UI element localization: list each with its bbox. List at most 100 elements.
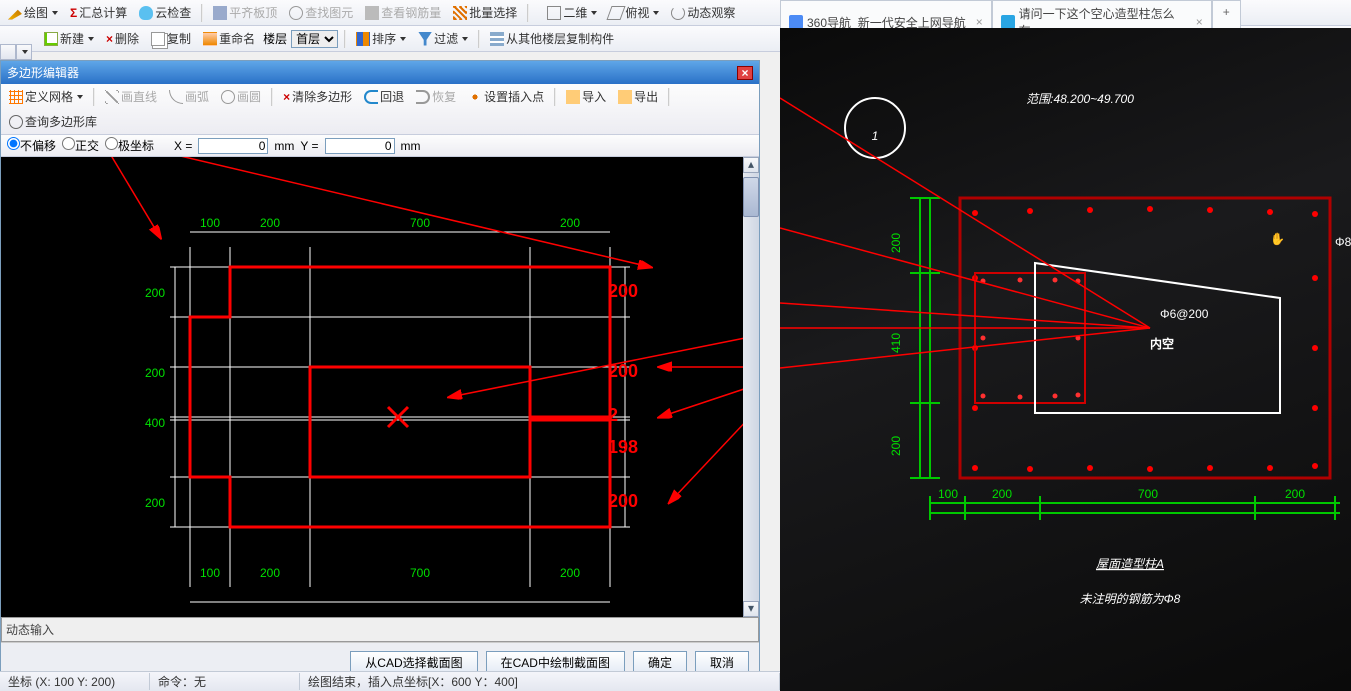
svg-text:200: 200 [560,216,580,230]
dyn-observe-button[interactable]: 动态观察 [667,2,739,23]
editor-canvas[interactable]: ▴ ▾ 100 200 700 [1,157,759,617]
funnel-icon [418,32,432,46]
ortho-icon [607,6,626,20]
polar-radio[interactable]: 极坐标 [105,137,154,154]
draw-button[interactable]: 绘图 [4,2,62,23]
clear-poly-button[interactable]: ×清除多边形 [279,86,356,107]
export-icon [618,90,632,104]
sort-button[interactable]: 排序 [352,28,410,49]
view-2d-button[interactable]: 二维 [543,2,601,23]
define-grid-button[interactable]: 定义网格 [5,86,87,107]
close-icon[interactable]: × [737,66,753,80]
undo-icon [364,90,378,104]
dynamic-input-box[interactable]: 动态输入 [1,617,759,642]
editor-titlebar[interactable]: 多边形编辑器 × [1,61,759,84]
copy-icon [151,32,165,46]
svg-text:200: 200 [260,216,280,230]
floor-select[interactable]: 首层 [291,30,338,48]
svg-text:410: 410 [889,333,903,353]
ortho-radio[interactable]: 正交 [62,137,99,154]
filter-button[interactable]: 过滤 [414,28,472,49]
pencil-icon [8,6,22,20]
tab2-close-icon[interactable]: × [1196,15,1203,29]
svg-text:700: 700 [1138,487,1158,501]
tab1-close-icon[interactable]: × [976,15,983,29]
view-rebar-button[interactable]: 查看钢筋量 [361,2,445,23]
cube-icon [547,6,561,20]
redo-icon [416,90,430,104]
import-icon [566,90,580,104]
cloud-check-button[interactable]: 云检查 [135,2,195,23]
svg-text:200: 200 [608,491,638,511]
export-button[interactable]: 导出 [614,86,662,107]
rename-button[interactable]: 重命名 [199,28,259,49]
drawing-svg: 100200 700200 100200 700200 200200 40020… [1,157,759,617]
canvas-scrollbar[interactable]: ▴ ▾ [743,157,759,617]
tab2-favicon [1001,15,1015,29]
grid-icon [9,90,23,104]
status-cmd: 命令：无 [150,673,300,690]
copy-from-other-button[interactable]: 从其他楼层复制构件 [486,28,618,49]
draw-arc-button[interactable]: 画弧 [165,86,213,107]
bird-view-button[interactable]: 俯视 [605,2,663,23]
svg-text:2: 2 [608,405,618,425]
scroll-up-icon[interactable]: ▴ [743,157,759,173]
set-insert-pt-button[interactable]: 设置插入点 [464,86,548,107]
mm-label-2: mm [401,139,421,153]
scroll-down-icon[interactable]: ▾ [743,601,759,617]
svg-text:700: 700 [410,216,430,230]
minitool-2[interactable] [16,44,32,60]
align-slab-button[interactable]: 平齐板顶 [209,2,281,23]
delete-button[interactable]: ×删除 [102,28,143,49]
copy-button[interactable]: 复制 [147,28,195,49]
arc-icon [169,90,183,104]
sum-calc-button[interactable]: Σ汇总计算 [66,2,131,23]
draw-line-button[interactable]: 画直线 [101,86,161,107]
no-offset-radio[interactable]: 不偏移 [7,137,56,154]
sort-icon [356,32,370,46]
mm-label-1: mm [274,139,294,153]
minitool-1[interactable] [0,44,16,60]
x-input[interactable] [198,138,268,154]
svg-text:屋面造型柱A: 屋面造型柱A [1096,557,1164,571]
draw-circle-button[interactable]: 画圆 [217,86,265,107]
svg-text:100: 100 [200,216,220,230]
orbit-icon [671,6,685,20]
y-input[interactable] [325,138,395,154]
polygon-editor-window: 多边形编辑器 × 定义网格 画直线 画弧 画圆 ×清除多边形 回退 恢复 设置插… [0,60,760,683]
svg-text:范围:48.200~49.700: 范围:48.200~49.700 [1026,92,1134,106]
y-label: Y = [300,139,318,153]
batch-icon [453,6,467,20]
new-button[interactable]: 新建 [40,28,98,49]
import-button[interactable]: 导入 [562,86,610,107]
status-end: 绘图结束，插入点坐标[X：600 Y：400] [300,673,780,690]
magnifier-icon [9,115,23,129]
circle-icon [221,90,235,104]
x-label: X = [174,139,192,153]
editor-toolbar: 定义网格 画直线 画弧 画圆 ×清除多边形 回退 恢复 设置插入点 导入 导出 … [1,84,759,135]
editor-title-text: 多边形编辑器 [7,64,79,81]
scroll-thumb[interactable] [743,177,759,217]
stack-icon [490,32,504,46]
redo-button[interactable]: 恢复 [412,86,460,107]
svg-text:200: 200 [145,366,165,380]
query-lib-button[interactable]: 查询多边形库 [5,111,101,132]
svg-text:1: 1 [872,129,879,143]
svg-text:200: 200 [260,566,280,580]
offset-mode-row: 不偏移 正交 极坐标 X = mm Y = mm [1,135,759,157]
svg-text:200: 200 [889,233,903,253]
undo-button[interactable]: 回退 [360,86,408,107]
svg-text:Φ8@: Φ8@ [1335,235,1351,249]
svg-text:内空: 内空 [1150,336,1174,351]
batch-select-button[interactable]: 批量选择 [449,2,521,23]
svg-text:200: 200 [145,286,165,300]
svg-text:700: 700 [410,566,430,580]
align-icon [213,6,227,20]
status-coord: 坐标 (X: 100 Y: 200) [0,673,150,690]
svg-text:Φ6@200: Φ6@200 [1160,307,1209,321]
svg-text:200: 200 [560,566,580,580]
svg-text:200: 200 [1285,487,1305,501]
find-primitive-button[interactable]: 查找图元 [285,2,357,23]
crosshair-icon [468,90,482,104]
svg-text:100: 100 [938,487,958,501]
